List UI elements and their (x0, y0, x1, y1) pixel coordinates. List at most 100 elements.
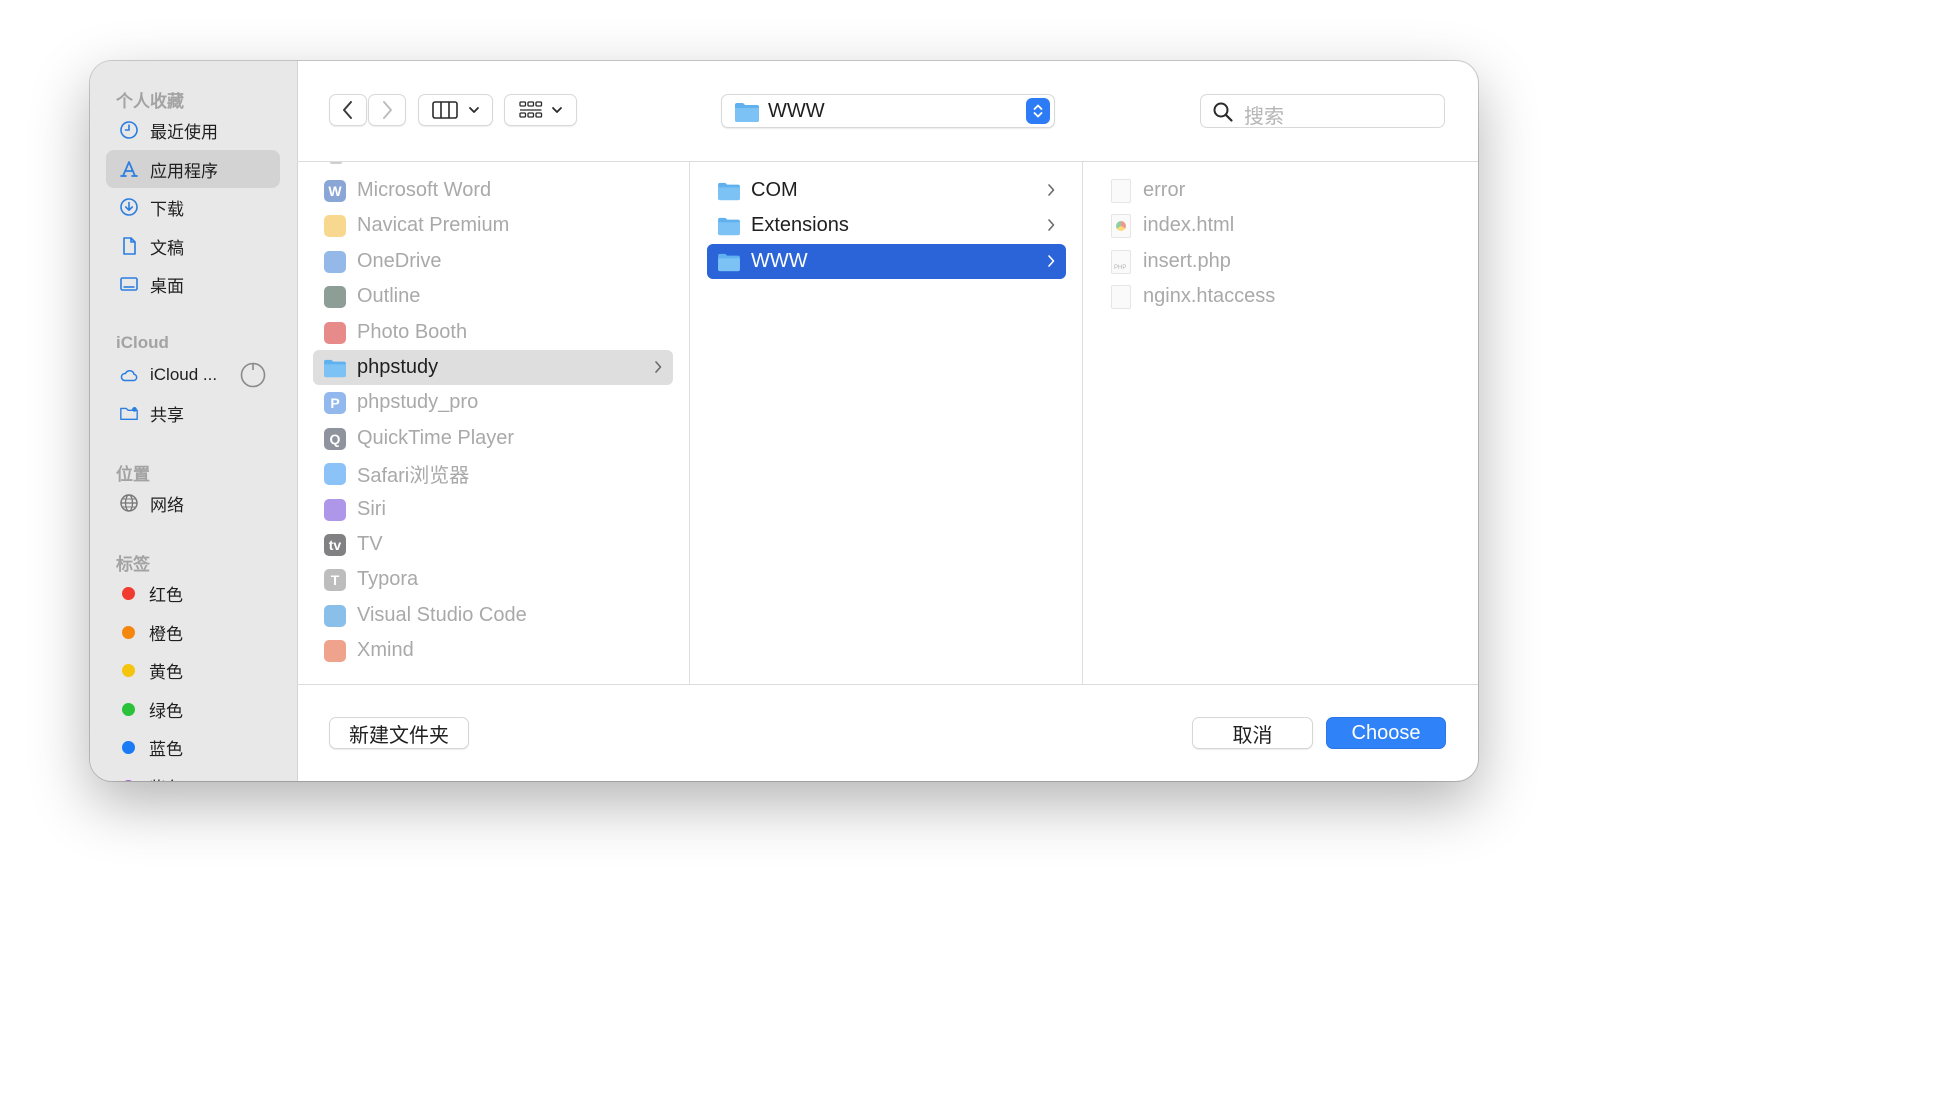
list-item-label: nginx.htaccess (1143, 285, 1276, 307)
php-file-icon: PHP (1109, 249, 1133, 274)
safari-icon (323, 462, 347, 486)
search-icon (1213, 102, 1233, 122)
path-stepper[interactable] (1026, 98, 1050, 124)
list-item-label: Microsoft Word (357, 179, 492, 201)
sidebar-tag-item[interactable]: 红色 (106, 574, 280, 612)
list-item[interactable]: COM (707, 173, 1066, 208)
list-item-selected[interactable]: phpstudy (313, 350, 673, 385)
outline-icon (323, 285, 347, 309)
folder-icon (717, 214, 741, 238)
choose-button[interactable]: Choose (1326, 717, 1446, 749)
storage-progress-icon (240, 362, 266, 388)
chevron-right-icon (1048, 219, 1055, 231)
list-item-label: Xmind (357, 639, 414, 661)
vscode-icon (323, 604, 347, 628)
sidebar-item-label: 蓝色 (149, 739, 183, 759)
chevron-right-icon (1048, 255, 1055, 267)
sidebar-item-label: 绿色 (149, 701, 183, 721)
typora-icon: T (323, 568, 347, 592)
toolbar: WWW 搜索 (297, 61, 1478, 162)
list-item[interactable]: nginx.htaccess (1099, 279, 1459, 314)
list-item[interactable]: Pphpstudy_pro (313, 385, 673, 420)
xmind-icon (323, 639, 347, 663)
icloud-header: iCloud (116, 333, 169, 352)
search-field[interactable]: 搜索 (1200, 94, 1445, 128)
list-item-label: QuickTime Player (357, 427, 515, 449)
list-item[interactable]: tv TV (313, 527, 673, 562)
tag-color-dot (122, 586, 135, 600)
list-item[interactable]: Outline (313, 279, 673, 314)
list-item-label: insert.php (1143, 250, 1231, 272)
sidebar-tag-item[interactable]: 橙色 (106, 613, 280, 651)
sidebar-item-network[interactable]: 网络 (106, 484, 280, 522)
dialog-footer: 新建文件夹 取消 Choose (297, 684, 1478, 781)
list-item-selected[interactable]: WWW (707, 244, 1066, 279)
list-item[interactable]: Extensions (707, 208, 1066, 243)
list-item[interactable]: index.html (1099, 208, 1459, 243)
tag-color-dot (122, 740, 135, 754)
list-item[interactable]: Navicat Premium (313, 208, 673, 243)
sidebar-item-recents[interactable]: 最近使用 (106, 111, 280, 149)
sidebar-item-applications[interactable]: 应用程序 (106, 150, 280, 188)
sidebar-item-icloud-drive[interactable]: iCloud ... (106, 356, 280, 394)
list-item-label: COM (751, 179, 798, 201)
forward-button[interactable] (368, 94, 406, 126)
list-item[interactable]: T Typora (313, 562, 673, 597)
sidebar-item-label: 文稿 (150, 238, 184, 258)
file-chooser-dialog: 个人收藏 最近使用 应用程序 下载 文稿 桌面 iCloud iCloud ..… (90, 61, 1478, 781)
sidebar-tag-item[interactable]: 紫色 (106, 767, 280, 781)
list-item-label: Siri (357, 498, 386, 520)
sidebar-item-downloads[interactable]: 下载 (106, 188, 280, 226)
tag-color-dot (122, 663, 135, 677)
grid-icon (518, 101, 542, 118)
globe-icon (118, 492, 140, 514)
phpstudy-column: COM Extensions WWW (690, 162, 1083, 684)
clock-icon (118, 119, 140, 141)
list-item-label: WWW (751, 250, 808, 272)
list-item-label: Safari浏览器 (357, 465, 470, 487)
chevron-down-icon (551, 107, 562, 113)
document-icon (118, 235, 140, 257)
tag-color-dot (122, 779, 135, 781)
path-popup[interactable]: WWW (721, 94, 1055, 128)
list-item[interactable]: error (1099, 173, 1459, 208)
list-item-label: index.html (1143, 214, 1235, 236)
phpstudy-icon: P (323, 391, 347, 415)
list-item[interactable]: PHP insert.php (1099, 244, 1459, 279)
sidebar-item-documents[interactable]: 文稿 (106, 227, 280, 265)
list-item[interactable]: W Microsoft Word (313, 173, 673, 208)
list-item[interactable]: Siri (313, 492, 673, 527)
tag-color-dot (122, 702, 135, 716)
sidebar-tag-item[interactable]: 黄色 (106, 651, 280, 689)
quicktime-icon: Q (323, 427, 347, 451)
list-item[interactable]: Visual Studio Code (313, 598, 673, 633)
list-item-label: error (1143, 179, 1186, 201)
sidebar-tag-item[interactable]: 绿色 (106, 690, 280, 728)
sidebar-item-label: 网络 (150, 495, 184, 515)
navicat-icon (323, 214, 347, 238)
sidebar-item-label: 红色 (149, 585, 183, 605)
list-item-label: Typora (357, 568, 419, 590)
list-item[interactable]: Safari浏览器 (313, 456, 673, 491)
sidebar-item-shared[interactable]: 共享 (106, 394, 280, 432)
list-item[interactable]: Photo Booth (313, 315, 673, 350)
new-folder-button[interactable]: 新建文件夹 (329, 717, 469, 749)
chevron-left-icon (343, 101, 352, 119)
group-button[interactable] (504, 94, 577, 126)
partial-row-edge (330, 162, 342, 164)
download-icon (118, 196, 140, 218)
cancel-button[interactable]: 取消 (1192, 717, 1313, 749)
chevron-right-icon (383, 101, 392, 119)
sidebar-item-desktop[interactable]: 桌面 (106, 265, 280, 303)
list-item[interactable]: Xmind (313, 633, 673, 668)
sidebar-item-label: 橙色 (149, 624, 183, 644)
sidebar-tag-item[interactable]: 蓝色 (106, 728, 280, 766)
list-item[interactable]: OneDrive (313, 244, 673, 279)
sidebar-item-label: 桌面 (150, 276, 184, 296)
cloud-icon (118, 364, 140, 386)
view-mode-button[interactable] (418, 94, 493, 126)
list-item-label: Visual Studio Code (357, 604, 527, 626)
favorites-header: 个人收藏 (116, 92, 184, 111)
back-button[interactable] (329, 94, 367, 126)
list-item[interactable]: Q QuickTime Player (313, 421, 673, 456)
